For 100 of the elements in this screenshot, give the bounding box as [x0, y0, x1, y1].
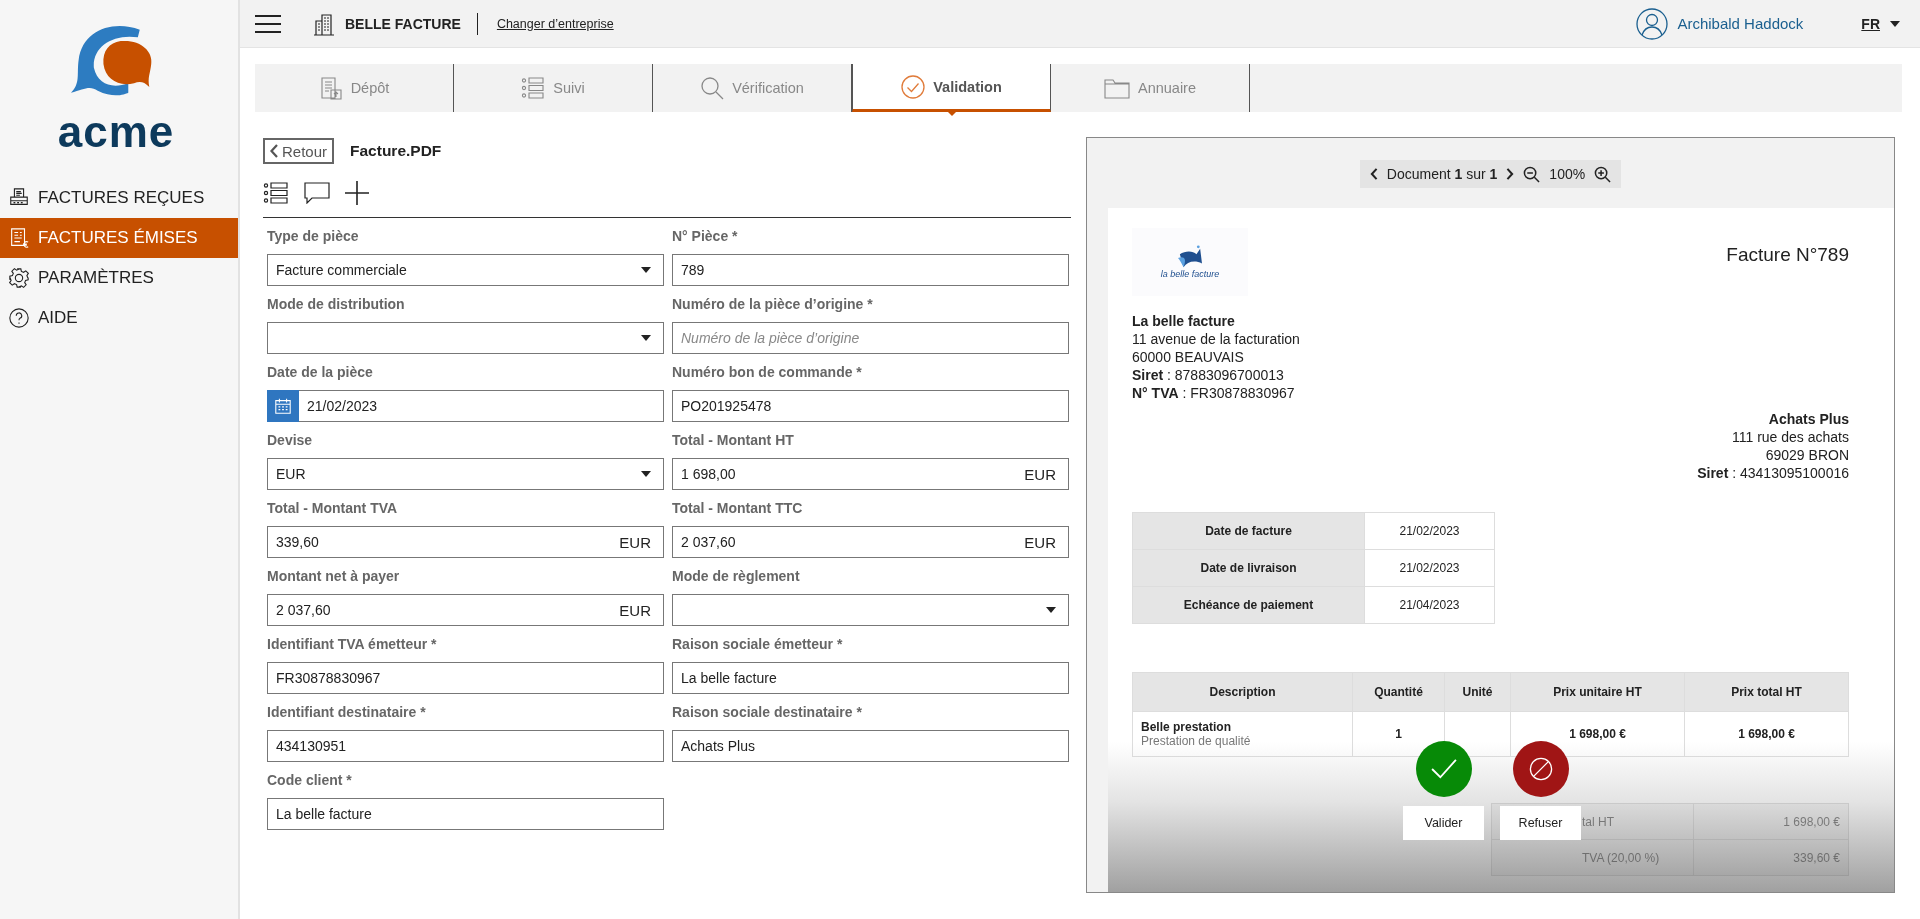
field-label: Devise — [267, 431, 314, 449]
buyer-address-line: Siret : 43413095100016 — [1697, 464, 1849, 482]
action-button[interactable]: Refuser — [1500, 806, 1581, 840]
list-icon — [521, 76, 546, 100]
add-icon[interactable] — [345, 181, 369, 205]
table-cell: 21/02/2023 — [1364, 512, 1495, 550]
currency-label: EUR — [1024, 533, 1057, 551]
buildings-icon — [312, 11, 336, 36]
input-field[interactable]: La belle facture — [267, 798, 664, 830]
action-button[interactable]: Valider — [1403, 806, 1484, 840]
seller-address-line: 11 avenue de la facturation — [1132, 330, 1301, 348]
caret-icon — [641, 335, 651, 341]
dropdown-field[interactable]: EUR — [267, 458, 664, 490]
reject-icon[interactable] — [1512, 741, 1569, 797]
menu-icon[interactable] — [255, 14, 281, 33]
comment-icon[interactable] — [304, 182, 330, 204]
table-cell: 339,60 € — [1693, 839, 1849, 876]
dropdown-field[interactable]: Facture commerciale — [267, 254, 664, 286]
back-button[interactable]: Retour — [263, 138, 335, 164]
currency-label: EUR — [619, 601, 652, 619]
column-header: Description — [1132, 672, 1353, 712]
nav-item[interactable]: FACTURES REÇUES — [0, 178, 238, 218]
input-field[interactable]: 434130951 — [267, 730, 664, 762]
search-icon — [700, 76, 725, 100]
column-header: Unité — [1444, 672, 1511, 712]
field-label: Montant net à payer — [267, 567, 401, 585]
currency-label: EUR — [619, 533, 652, 551]
change-company-link[interactable]: Changer d’entreprise — [496, 16, 614, 31]
user-name[interactable]: Archibald Haddock — [1677, 15, 1804, 32]
input-field[interactable]: Numéro de la pièce d’origine — [672, 322, 1069, 354]
language-selector[interactable]: FR — [1861, 15, 1900, 32]
document-upload-icon — [318, 76, 343, 100]
table-cell: Date de livraison — [1132, 549, 1365, 587]
item-detail: Prestation de qualité — [1141, 734, 1252, 748]
zoom-out-icon[interactable] — [1523, 165, 1541, 183]
field-label: Identifiant destinataire * — [267, 703, 427, 721]
field-label: Raison sociale destinataire * — [672, 703, 863, 721]
field-label: N° Pièce * — [672, 227, 739, 245]
help-icon — [8, 307, 30, 329]
input-field[interactable]: 2 037,60 — [673, 534, 1025, 550]
currency-label: EUR — [1024, 465, 1057, 483]
chevron-left-icon[interactable] — [1369, 168, 1378, 180]
field-label: Numéro bon de commande * — [672, 363, 863, 381]
input-field[interactable]: 339,60 — [268, 534, 620, 550]
input-field[interactable]: FR30878830967 — [267, 662, 664, 694]
field-label: Identifiant TVA émetteur * — [267, 635, 438, 653]
nav-item[interactable]: FACTURES ÉMISES — [0, 218, 238, 258]
amount-field[interactable]: 2 037,60 EUR — [267, 594, 664, 626]
invoice-euro-icon — [8, 227, 30, 249]
nav-item[interactable]: AIDE — [0, 298, 238, 338]
column-header: Quantité — [1352, 672, 1445, 712]
file-name: Facture.PDF — [350, 142, 442, 160]
buyer-name: Achats Plus — [1768, 410, 1849, 428]
table-cell: TVA (20,00 %) — [1491, 839, 1694, 876]
field-label: Type de pièce — [267, 227, 360, 245]
field-label: Total - Montant HT — [672, 431, 795, 449]
input-field[interactable]: Achats Plus — [672, 730, 1069, 762]
table-cell: Date de facture — [1132, 512, 1365, 550]
field-label: Total - Montant TVA — [267, 499, 399, 517]
dropdown-field[interactable] — [672, 594, 1069, 626]
logo-text: acme — [57, 110, 175, 154]
input-field[interactable]: 1 698,00 — [673, 466, 1025, 482]
input-field[interactable]: 2 037,60 — [268, 602, 620, 618]
buyer-address-line: 111 rue des achats — [1732, 428, 1849, 446]
table-cell: 1 698,00 € — [1693, 803, 1849, 840]
dropdown-field[interactable] — [267, 322, 664, 354]
field-label: Date de la pièce — [267, 363, 374, 381]
item-name: Belle prestation — [1141, 720, 1233, 734]
nav-item[interactable]: PARAMÈTRES — [0, 258, 238, 298]
caret-icon — [641, 267, 651, 273]
table-cell: 21/02/2023 — [1364, 549, 1495, 587]
field-label: Mode de règlement — [672, 567, 801, 585]
input-field[interactable]: PO201925478 — [672, 390, 1069, 422]
column-header: Prix total HT — [1684, 672, 1849, 712]
amount-field[interactable]: 2 037,60 EUR — [672, 526, 1069, 558]
seller-address-line: 60000 BEAUVAIS — [1132, 348, 1245, 366]
seller-address-line: N° TVA : FR30878830967 — [1132, 384, 1296, 402]
calendar-icon[interactable] — [267, 390, 299, 422]
caret-icon — [1890, 20, 1900, 27]
table-cell: 21/04/2023 — [1364, 586, 1495, 624]
field-label: Numéro de la pièce d’origine * — [672, 295, 874, 313]
seller-name: La belle facture — [1132, 312, 1236, 330]
page-indicator: Document 1 sur 1 — [1386, 166, 1498, 182]
table-cell: Echéance de paiement — [1132, 586, 1365, 624]
amount-field[interactable]: 1 698,00 EUR — [672, 458, 1069, 490]
field-label: Total - Montant TTC — [672, 499, 804, 517]
amount-field[interactable]: 339,60 EUR — [267, 526, 664, 558]
buyer-address-line: 69029 BRON — [1765, 446, 1849, 464]
zoom-in-icon[interactable] — [1594, 165, 1612, 183]
folder-icon — [1103, 77, 1130, 99]
field-label: Mode de distribution — [267, 295, 406, 313]
chevron-right-icon[interactable] — [1506, 168, 1515, 180]
seller-address-line: Siret : 87883096700013 — [1132, 366, 1285, 384]
input-field[interactable]: 789 — [672, 254, 1069, 286]
caret-icon — [1046, 607, 1056, 613]
company-name: BELLE FACTURE — [345, 15, 461, 32]
field-label: Raison sociale émetteur * — [672, 635, 844, 653]
list-icon[interactable] — [263, 181, 289, 205]
zoom-level: 100% — [1549, 166, 1586, 182]
input-field[interactable]: La belle facture — [672, 662, 1069, 694]
